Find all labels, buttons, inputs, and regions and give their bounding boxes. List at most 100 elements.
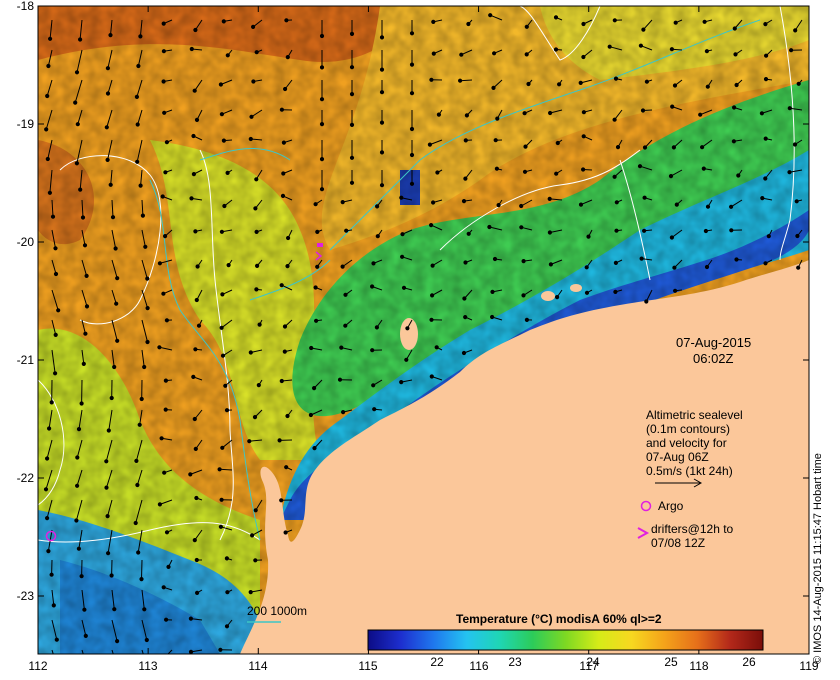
current-vector-head: [189, 46, 194, 52]
current-vector-head: [526, 81, 531, 87]
current-vector-head: [106, 551, 111, 556]
current-vector-head: [379, 90, 385, 95]
current-vector-head: [669, 235, 675, 240]
current-vector-head: [349, 31, 355, 37]
current-vector-head: [557, 82, 562, 87]
current-vector-head: [53, 332, 58, 337]
current-vector-head: [78, 187, 83, 192]
current-vector-head: [427, 142, 432, 147]
current-vector-head: [669, 47, 675, 52]
current-vector-head: [84, 273, 89, 278]
current-vector-head: [644, 79, 650, 84]
current-vector-head: [104, 125, 109, 130]
current-vector-head: [47, 426, 52, 431]
current-vector-head: [548, 110, 553, 116]
current-vector-head: [341, 410, 346, 415]
current-vector-head: [638, 43, 644, 48]
current-vector-head: [519, 203, 524, 209]
current-vector-head: [613, 76, 619, 81]
current-vector-head: [164, 140, 169, 145]
current-vector-head: [138, 183, 143, 188]
y-tick-label: -18: [16, 0, 34, 13]
current-vector-head: [161, 585, 166, 590]
current-vector-head: [253, 558, 258, 563]
current-vector-head: [281, 140, 286, 145]
current-vector-head: [429, 317, 434, 322]
current-vector-head: [196, 323, 202, 328]
current-vector-head: [581, 54, 586, 60]
current-vector-head: [463, 260, 468, 265]
current-vector-head: [343, 292, 348, 297]
current-vector-head: [578, 80, 583, 86]
current-vector-head: [277, 438, 282, 443]
current-vector-head: [729, 228, 734, 233]
current-vector-head: [114, 301, 119, 306]
current-vector-head: [613, 289, 618, 294]
current-vector-head: [641, 27, 646, 32]
current-vector-head: [285, 413, 290, 419]
current-vector-head: [145, 306, 150, 311]
current-vector-head: [763, 261, 768, 266]
current-vector-head: [787, 106, 792, 111]
current-vector-head: [254, 177, 259, 182]
current-vector-head: [164, 318, 169, 323]
current-vector-head: [135, 122, 140, 127]
current-vector-head: [308, 412, 313, 418]
current-vector-head: [251, 79, 256, 84]
current-vector-head: [76, 427, 82, 432]
x-tick-label: 114: [248, 659, 268, 673]
current-vector-head: [191, 374, 196, 379]
current-vector-head: [379, 35, 385, 40]
current-vector-head: [349, 180, 355, 185]
current-vector-head: [192, 416, 197, 422]
current-vector-head: [763, 77, 769, 82]
current-vector-head: [734, 82, 739, 88]
current-vector-head: [315, 264, 320, 269]
current-vector-head: [283, 530, 288, 535]
current-vector-head: [139, 577, 144, 582]
current-vector-head: [137, 422, 142, 427]
argo-legend-label: Argo: [658, 499, 684, 513]
current-vector-head: [642, 145, 648, 150]
current-vector-head: [404, 357, 409, 362]
current-vector-head: [729, 204, 734, 209]
current-vector-head: [250, 533, 255, 538]
current-vector-head: [796, 81, 801, 86]
current-vector-head: [249, 114, 254, 119]
current-vector-head: [56, 308, 61, 313]
current-vector-head: [134, 458, 139, 463]
current-vector-head: [84, 304, 90, 309]
drifters-legend-line: drifters@12h to: [651, 522, 734, 536]
current-vector-head: [109, 573, 114, 578]
current-vector-head: [218, 647, 223, 652]
current-vector-head: [789, 48, 794, 53]
current-vector-head: [75, 122, 80, 127]
current-vector-head: [319, 157, 325, 162]
current-vector-head: [226, 263, 231, 268]
current-vector-head: [79, 401, 84, 406]
current-vector-head: [115, 276, 120, 281]
current-vector-head: [163, 234, 168, 239]
current-vector-head: [139, 396, 144, 402]
colorbar-tick-label: 26: [742, 655, 756, 669]
current-vector-head: [54, 637, 59, 642]
current-vector-head: [45, 93, 50, 99]
current-vector-head: [379, 67, 385, 72]
current-vector-head: [614, 228, 619, 233]
current-vector-head: [247, 439, 252, 444]
current-vector-head: [701, 166, 706, 171]
current-vector-head: [349, 92, 355, 97]
current-vector-head: [254, 50, 259, 55]
current-vector-head: [495, 116, 500, 121]
current-vector-head: [83, 331, 88, 336]
current-vector-head: [732, 105, 737, 110]
current-vector-head: [254, 287, 259, 292]
current-vector-head: [349, 122, 355, 128]
current-vector-head: [462, 296, 467, 301]
current-vector-head: [400, 254, 405, 259]
current-vector-head: [431, 19, 436, 24]
current-vector-head: [793, 28, 798, 33]
current-vector-head: [74, 161, 80, 166]
current-vector-head: [343, 323, 348, 328]
current-vector-head: [253, 508, 258, 513]
